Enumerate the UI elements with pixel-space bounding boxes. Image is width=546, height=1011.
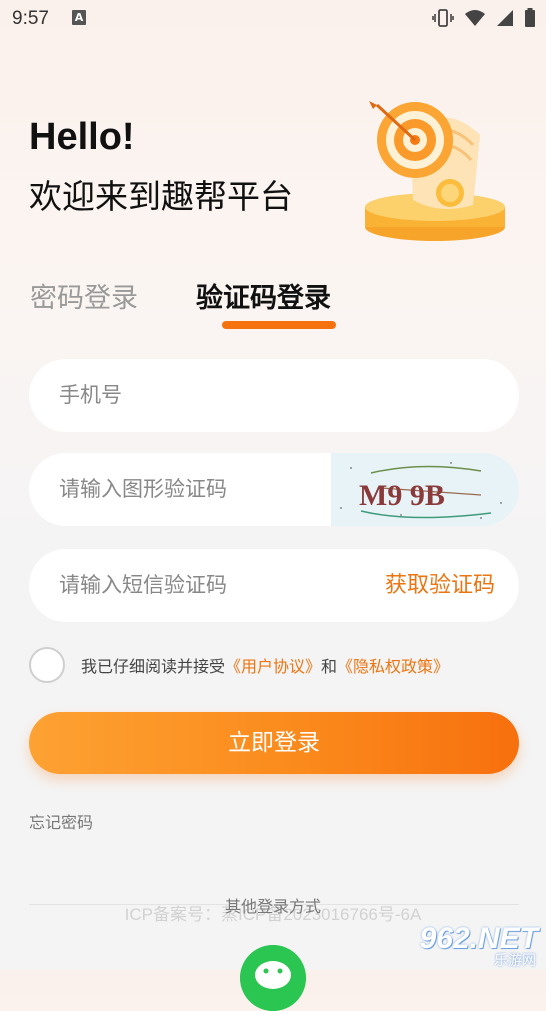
status-time: 9:57 [12,8,49,29]
captcha-field[interactable]: 请输入图形验证码 M9 9B [29,453,519,526]
welcome-text: 欢迎来到趣帮平台 [29,177,293,216]
login-button[interactable]: 立即登录 [29,712,519,774]
agreement-row: 我已仔细阅读并接受《用户协议》和《隐私权政策》 [29,647,449,683]
phone-placeholder: 手机号 [59,383,122,407]
target-coin-illustration [365,101,505,241]
signal-icon [497,10,513,26]
privacy-policy-link[interactable]: 《隐私权政策》 [337,657,449,676]
captcha-text: M9 9B [359,479,445,512]
status-bar: 9:57 A [0,0,546,38]
notification-icon: A [72,10,86,25]
captcha-image[interactable]: M9 9B [331,453,519,526]
sms-code-field[interactable]: 请输入短信验证码 获取验证码 [29,549,519,622]
vibrate-icon [432,9,454,27]
wechat-login-icon[interactable] [240,945,306,1011]
active-tab-indicator [222,321,336,329]
tab-sms-login[interactable]: 验证码登录 [196,276,331,315]
battery-icon [525,8,535,27]
captcha-placeholder: 请输入图形验证码 [59,477,227,501]
user-agreement-link[interactable]: 《用户协议》 [225,657,321,676]
phone-field[interactable]: 手机号 [29,359,519,432]
wifi-icon [465,10,485,26]
sms-placeholder: 请输入短信验证码 [59,573,227,597]
tab-password-login[interactable]: 密码登录 [30,276,138,315]
forgot-password-link[interactable]: 忘记密码 [29,809,93,833]
agreement-text: 我已仔细阅读并接受《用户协议》和《隐私权政策》 [81,653,449,677]
other-login-label: 其他登录方式 [224,897,321,916]
status-icons [432,8,536,28]
agreement-and: 和 [321,657,338,676]
hello-heading: Hello! [29,116,135,158]
agreement-prefix: 我已仔细阅读并接受 [81,657,226,676]
agreement-checkbox[interactable] [29,647,65,683]
site-watermark-sub: 乐游网 [494,953,536,969]
get-code-button[interactable]: 获取验证码 [385,549,495,622]
